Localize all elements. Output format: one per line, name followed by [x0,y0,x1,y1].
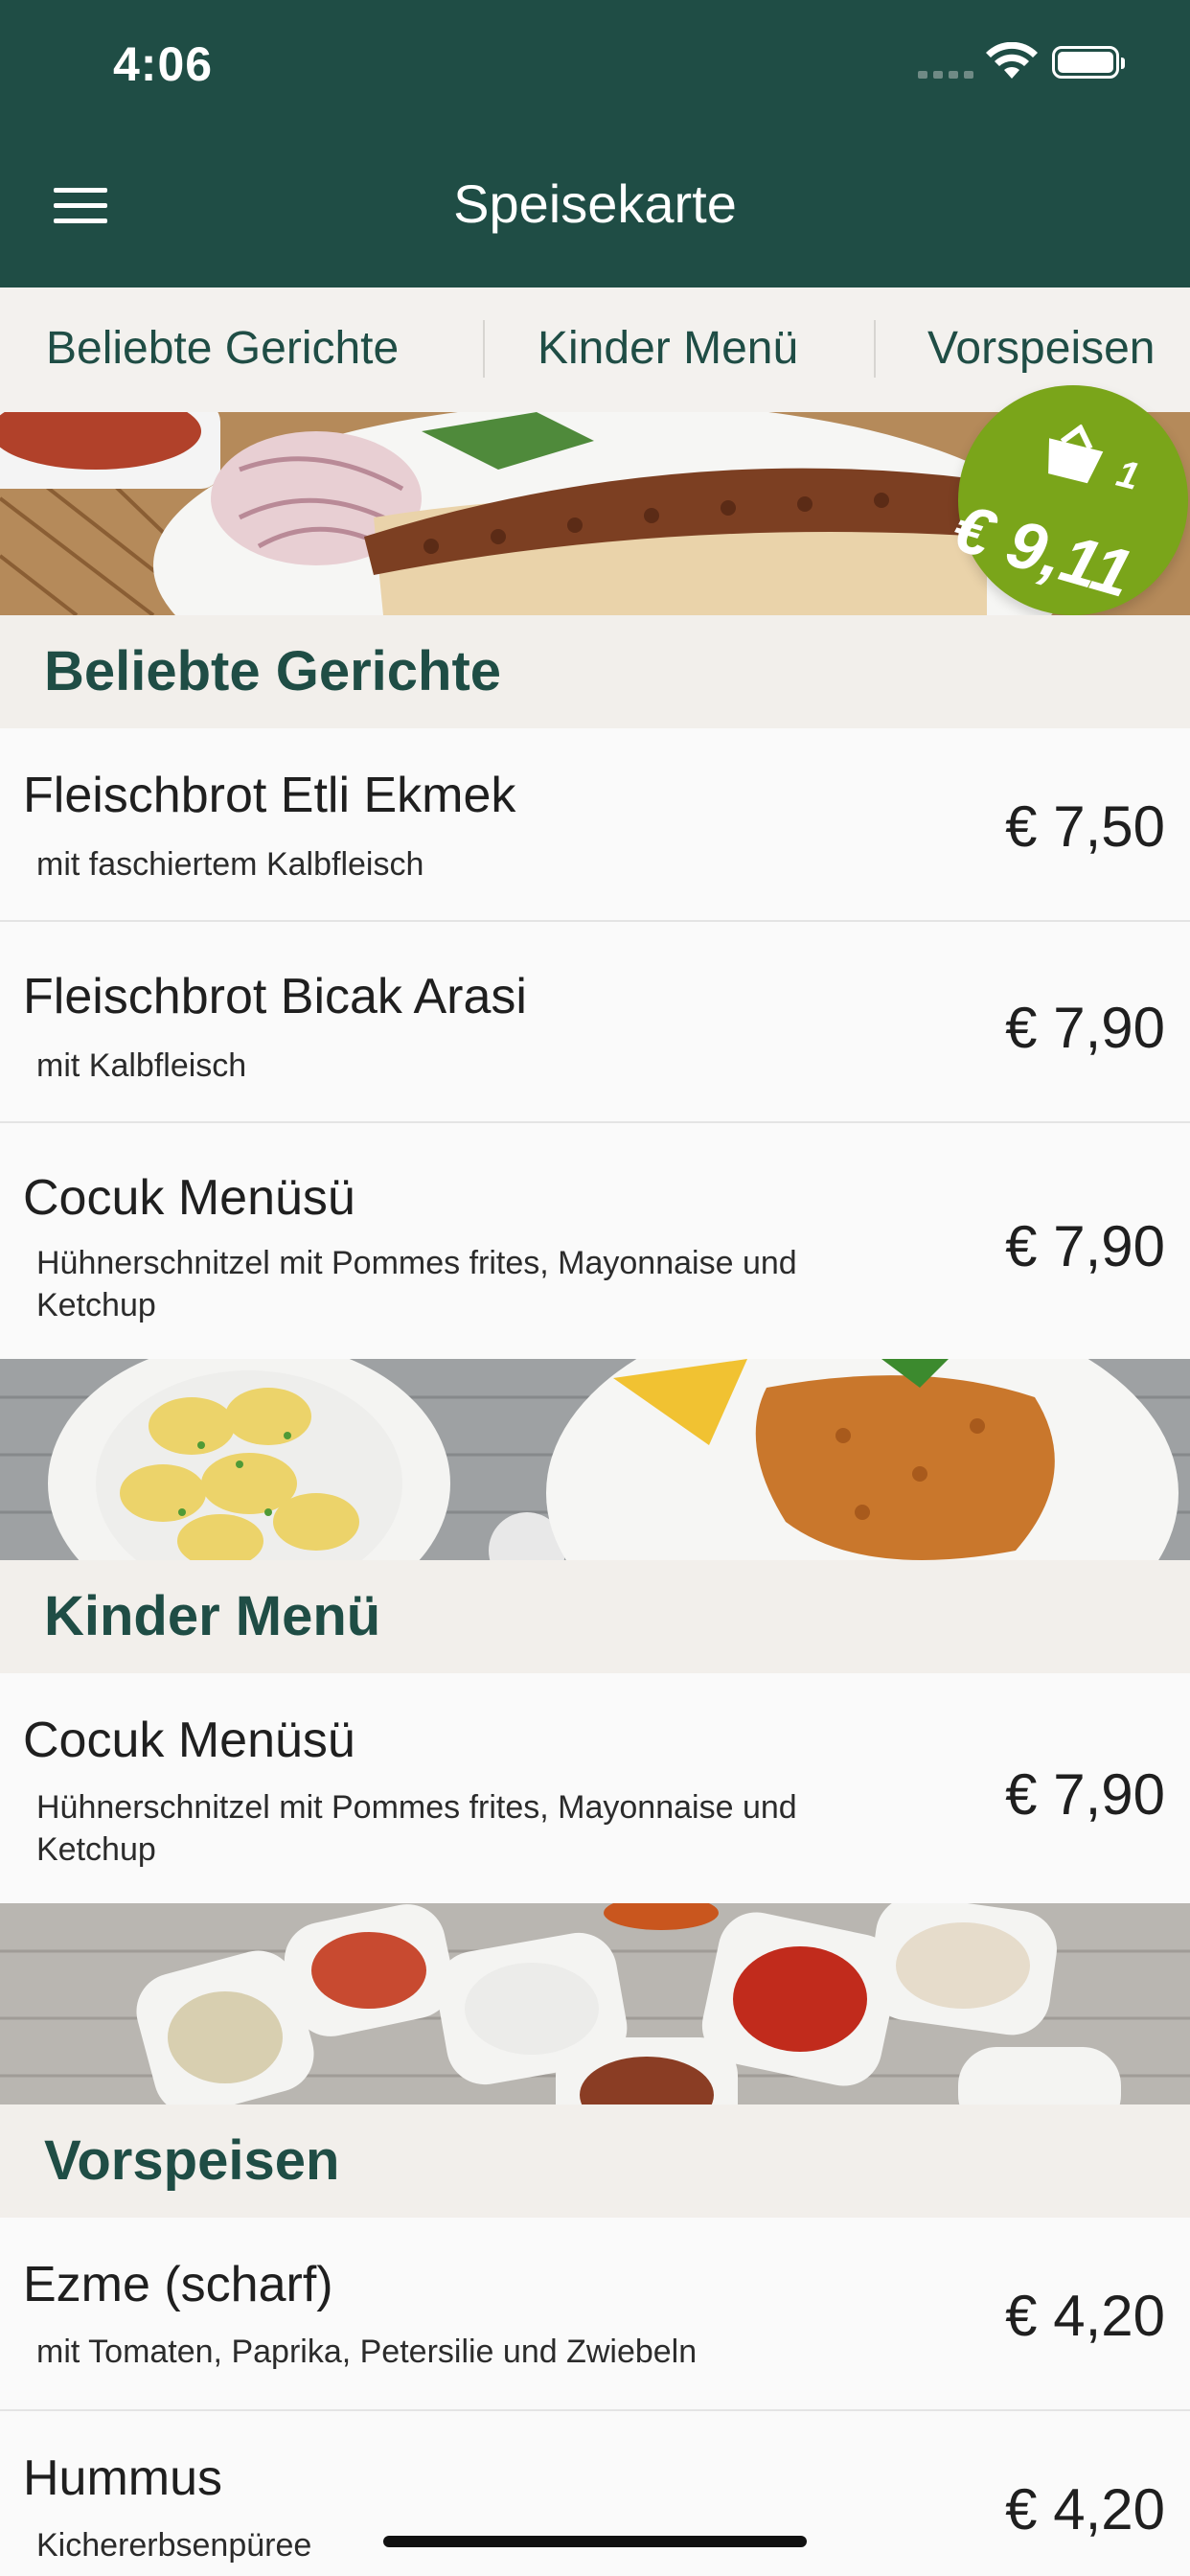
status-time: 4:06 [113,37,214,91]
page-title: Speisekarte [453,173,737,234]
menu-item[interactable]: Fleischbrot Etli Ekmek mit faschiertem K… [0,728,1190,922]
item-price: € 7,90 [1005,1214,1165,1278]
menu-item[interactable]: Ezme (scharf) mit Tomaten, Paprika, Pete… [0,2218,1190,2411]
menu-item[interactable]: Cocuk Menüsü Hühnerschnitzel mit Pommes … [0,1673,1190,1903]
item-name: Cocuk Menüsü [23,1170,355,1226]
item-name: Cocuk Menüsü [23,1713,355,1768]
tab-kinder-menu[interactable]: Kinder Menü [538,288,798,412]
section-title-vorspeisen: Vorspeisen [0,2104,1190,2218]
item-description: mit Tomaten, Paprika, Petersilie und Zwi… [36,2334,698,2370]
menu-item[interactable]: Cocuk Menüsü Hühnerschnitzel mit Pommes … [0,1123,1190,1359]
section-title-kinder-menu: Kinder Menü [0,1560,1190,1673]
item-price: € 7,90 [1005,996,1165,1060]
section-title-beliebte-gerichte: Beliebte Gerichte [0,615,1190,728]
cellular-signal-icon [918,71,973,79]
item-name: Fleischbrot Bicak Arasi [23,969,527,1024]
item-description: mit Kalbfleisch [36,1047,247,1084]
cart-item-count: 1 [1112,451,1144,499]
tab-divider [483,320,485,378]
item-price: € 4,20 [1005,2284,1165,2348]
category-tab-bar[interactable]: Beliebte Gerichte Kinder Menü Vorspeisen [0,288,1190,412]
banner-vorspeisen [0,1903,1190,2104]
item-price: € 7,90 [1005,1762,1165,1827]
item-name: Hummus [23,2450,223,2506]
item-description: Hühnerschnitzel mit Pommes frites, Mayon… [36,1245,797,1323]
item-name: Fleischbrot Etli Ekmek [23,768,516,823]
item-description: mit faschiertem Kalbfleisch [36,846,424,883]
battery-icon [1052,46,1125,79]
wifi-icon [986,42,1038,79]
tab-divider [874,320,876,378]
tab-beliebte-gerichte[interactable]: Beliebte Gerichte [46,288,399,412]
banner-kinder-menu [0,1359,1190,1560]
item-price: € 7,50 [1005,794,1165,859]
menu-item[interactable]: Fleischbrot Bicak Arasi mit Kalbfleisch … [0,922,1190,1123]
item-name: Ezme (scharf) [23,2257,333,2312]
home-indicator[interactable] [383,2536,807,2547]
app-header: 4:06 Speisekarte [0,0,1190,288]
menu-item[interactable]: Hummus Kichererbsenpüree € 4,20 [0,2411,1190,2576]
cart-button[interactable]: 1 € 9,11 [945,385,1188,615]
item-description: Hühnerschnitzel mit Pommes frites, Mayon… [36,1789,797,1868]
item-price: € 4,20 [1005,2477,1165,2542]
shopping-basket-icon [1048,424,1104,484]
